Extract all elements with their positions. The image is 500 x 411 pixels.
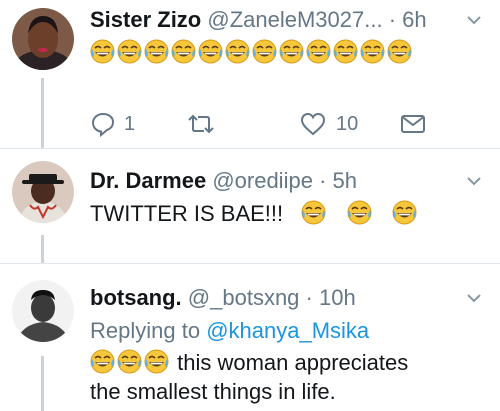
timestamp[interactable]: 5h [333,168,357,193]
face-with-tears-of-joy-icon [117,349,142,374]
face-with-tears-of-joy-icon [90,349,115,374]
tweet-header: Dr. Darmee @orediipe · 5h [90,167,460,195]
chevron-down-icon[interactable] [466,12,482,28]
user-handle[interactable]: @ZaneleM3027... [207,7,382,32]
tweet-body: TWITTER IS BAE!!! [90,199,480,228]
face-with-tears-of-joy-icon [171,39,196,64]
face-with-tears-of-joy-icon [301,200,327,225]
thread-line [41,356,44,411]
avatar[interactable] [12,8,74,70]
face-with-tears-of-joy-icon [90,39,115,64]
reply-button[interactable]: 1 [90,110,135,138]
retweet-icon [188,114,214,134]
chevron-down-icon[interactable] [466,290,482,306]
face-with-tears-of-joy-icon [306,39,331,64]
face-with-tears-of-joy-icon [346,200,372,225]
tweet-header: botsang. @_botsxng · 10h [90,284,460,312]
tweet-actions: 1 10 [90,110,430,140]
like-button[interactable]: 10 [300,110,358,138]
timestamp[interactable]: 6h [402,7,426,32]
face-with-tears-of-joy-icon [387,39,412,64]
face-with-tears-of-joy-icon [333,39,358,64]
replying-to-line: Replying to @khanya_Msika [90,316,480,345]
display-name[interactable]: botsang. [90,285,182,310]
tweet-body [90,38,450,68]
tweet-text-line-2: the smallest things in life. [90,379,336,404]
avatar[interactable] [12,161,74,223]
chevron-down-icon[interactable] [466,173,482,189]
display-name[interactable]: Sister Zizo [90,7,201,32]
avatar[interactable] [12,280,74,342]
separator-dot: · [388,7,397,32]
envelope-icon [401,115,425,133]
reply-count: 1 [124,112,136,135]
retweet-button[interactable] [186,110,216,138]
tweet-2[interactable]: Dr. Darmee @orediipe · 5h TWITTER IS BAE… [0,149,500,263]
display-name[interactable]: Dr. Darmee [90,168,206,193]
tweet-text: TWITTER IS BAE!!! [90,201,284,226]
face-with-tears-of-joy-icon [279,39,304,64]
face-with-tears-of-joy-icon [144,39,169,64]
face-with-tears-of-joy-icon [392,200,417,225]
thread-line [41,78,44,148]
tweet-body: this woman appreciates the smallest thin… [90,348,480,406]
face-with-tears-of-joy-icon [225,39,250,64]
face-with-tears-of-joy-icon [117,39,142,64]
face-with-tears-of-joy-icon [252,39,277,64]
face-with-tears-of-joy-icon [198,39,223,64]
replying-to-link[interactable]: @khanya_Msika [206,318,369,343]
timestamp[interactable]: 10h [319,285,356,310]
user-handle[interactable]: @orediipe [212,168,313,193]
face-with-tears-of-joy-icon [144,349,169,374]
separator-dot: · [319,168,327,193]
tweet-1[interactable]: Sister Zizo @ZaneleM3027... · 6h 1 10 [0,0,500,148]
face-with-tears-of-joy-icon [360,39,385,64]
tweet-text-line-1: this woman appreciates [177,350,409,375]
tweet-header: Sister Zizo @ZaneleM3027... · 6h [90,6,460,34]
emoji-row [90,39,414,65]
direct-message-button[interactable] [400,110,426,138]
user-handle[interactable]: @_botsxng [188,285,300,310]
tweet-3[interactable]: botsang. @_botsxng · 10h Replying to @kh… [0,264,500,411]
like-count: 10 [336,112,359,135]
heart-icon [300,112,326,136]
separator-dot: · [305,285,313,310]
thread-line [41,235,44,263]
replying-to-label: Replying to [90,318,201,343]
reply-icon [91,112,115,137]
